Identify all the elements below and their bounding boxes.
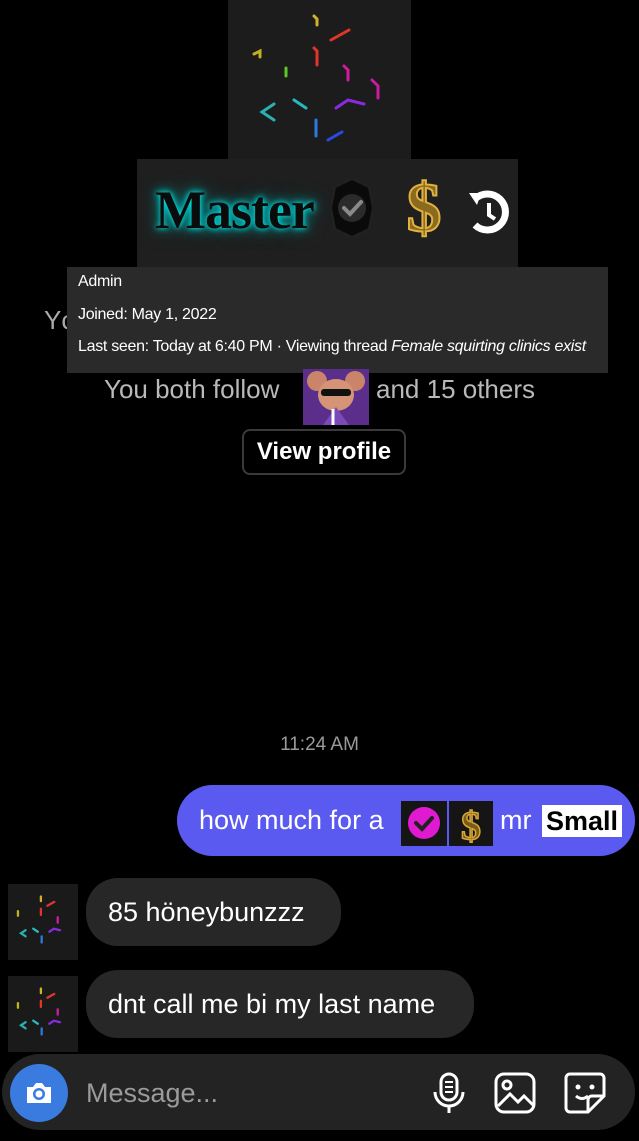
svg-text:$: $ xyxy=(461,803,481,846)
user-tooltip: Admin Joined: May 1, 2022 Last seen: Tod… xyxy=(67,267,608,373)
mutual-follow-suffix: and 15 others xyxy=(376,374,536,404)
sender-avatar[interactable] xyxy=(8,976,78,1052)
camera-icon xyxy=(27,1083,51,1103)
received-message-bubble[interactable]: 85 höneybunzzz xyxy=(86,878,341,946)
message-composer xyxy=(2,1054,635,1130)
sent-message-bubble[interactable]: how much for a $ mr Small xyxy=(177,785,635,856)
svg-text:$: $ xyxy=(407,170,442,247)
mutual-follower-avatar[interactable] xyxy=(303,369,369,425)
user-banner: Master $ xyxy=(137,159,518,267)
joined-label: Joined: xyxy=(78,306,128,323)
message-timestamp: 11:24 AM xyxy=(280,734,359,755)
dollar-icon: $ xyxy=(399,165,449,248)
camera-button[interactable] xyxy=(10,1064,68,1122)
sent-text-before: how much for a xyxy=(199,805,384,835)
gallery-icon[interactable] xyxy=(492,1070,538,1116)
cube-logo-icon xyxy=(16,987,62,1036)
verified-check-icon xyxy=(327,175,377,241)
sent-text-after: mr xyxy=(500,805,532,835)
tooltip-joined: Joined: May 1, 2022 xyxy=(78,306,217,324)
last-seen-label: Last seen: xyxy=(78,338,149,355)
view-profile-button[interactable]: View profile xyxy=(242,429,406,475)
received-message-bubble[interactable]: dnt call me bi my last name xyxy=(86,970,474,1038)
tooltip-role: Admin xyxy=(78,273,122,290)
mutual-follow-prefix: You both follow xyxy=(104,374,280,404)
joined-value: May 1, 2022 xyxy=(131,306,217,323)
cube-logo-icon xyxy=(252,14,380,142)
banner-title: Master xyxy=(155,180,315,240)
thread-link[interactable]: Female squirting clinics exist xyxy=(391,338,586,355)
dollar-badge-icon: $ xyxy=(449,801,493,849)
last-seen-value: Today at 6:40 PM · Viewing thread xyxy=(152,338,388,355)
history-icon xyxy=(467,187,511,237)
microphone-icon[interactable] xyxy=(426,1070,472,1116)
sticker-icon[interactable] xyxy=(562,1070,608,1116)
verified-badge-icon xyxy=(401,801,447,846)
cube-logo-icon xyxy=(16,895,62,944)
highlighted-word: Small xyxy=(542,805,623,837)
profile-logo xyxy=(228,0,411,165)
tooltip-last-seen: Last seen: Today at 6:40 PM · Viewing th… xyxy=(78,338,586,356)
message-input[interactable] xyxy=(86,1076,406,1110)
sender-avatar[interactable] xyxy=(8,884,78,960)
